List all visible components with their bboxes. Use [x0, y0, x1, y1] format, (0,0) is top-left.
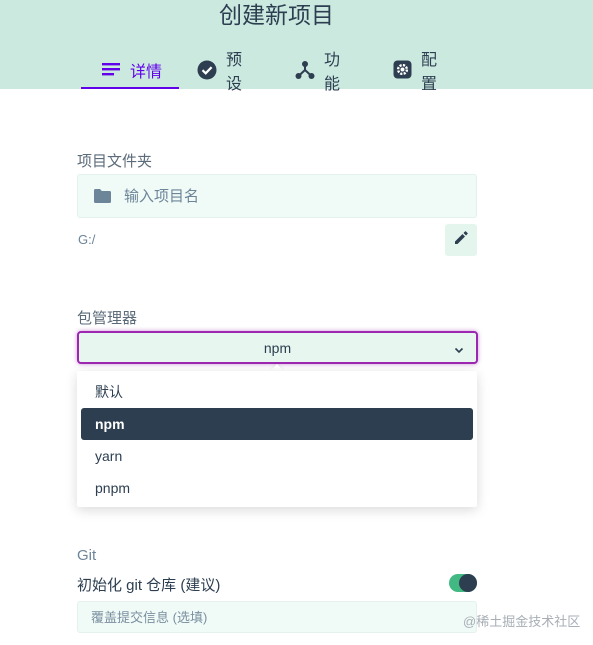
- option-label: npm: [95, 416, 125, 432]
- tab-label: 预设: [226, 51, 243, 93]
- list-icon: [101, 60, 121, 80]
- git-init-toggle[interactable]: [449, 574, 477, 592]
- option-pnpm[interactable]: pnpm: [81, 472, 473, 504]
- tab-features[interactable]: 功能: [295, 52, 340, 93]
- project-name-input[interactable]: [122, 186, 426, 206]
- commit-message-input[interactable]: [89, 608, 463, 626]
- option-npm[interactable]: npm: [81, 408, 473, 440]
- package-manager-label: 包管理器: [77, 310, 138, 327]
- check-circle-icon: [197, 60, 217, 80]
- selected-value: npm: [263, 339, 292, 356]
- git-section-label: Git: [77, 547, 97, 564]
- watermark: @稀土掘金技术社区: [463, 614, 581, 629]
- chevron-down-icon: [454, 341, 464, 359]
- toggle-knob: [459, 574, 477, 592]
- option-label: pnpm: [95, 480, 131, 496]
- gear-icon: [393, 60, 412, 80]
- option-default[interactable]: 默认: [81, 376, 473, 408]
- tab-label: 功能: [324, 51, 341, 93]
- git-init-label: 初始化 git 仓库 (建议): [77, 577, 221, 594]
- folder-icon: [94, 189, 111, 203]
- tab-presets[interactable]: 预设: [197, 52, 242, 93]
- project-folder-label: 项目文件夹: [77, 153, 153, 170]
- tab-details[interactable]: 详情: [81, 52, 179, 89]
- edit-path-button[interactable]: [445, 224, 477, 256]
- project-path: G:/: [78, 232, 96, 247]
- package-manager-dropdown: 默认 npm yarn pnpm: [77, 371, 477, 507]
- share-icon: [295, 60, 315, 80]
- tab-label: 详情: [130, 63, 163, 81]
- option-label: yarn: [95, 448, 123, 464]
- dropdown-caret: [270, 364, 284, 371]
- header: 创建新项目 详情 预设 功能 配置: [0, 0, 593, 93]
- page-title: 创建新项目: [219, 2, 334, 28]
- tab-label: 配置: [421, 51, 438, 93]
- pencil-icon: [454, 231, 468, 249]
- tab-config[interactable]: 配置: [393, 52, 438, 93]
- project-name-field: [77, 174, 477, 218]
- commit-message-field: [77, 601, 477, 633]
- package-manager-select[interactable]: npm: [77, 331, 478, 364]
- option-yarn[interactable]: yarn: [81, 440, 473, 472]
- option-label: 默认: [95, 384, 123, 400]
